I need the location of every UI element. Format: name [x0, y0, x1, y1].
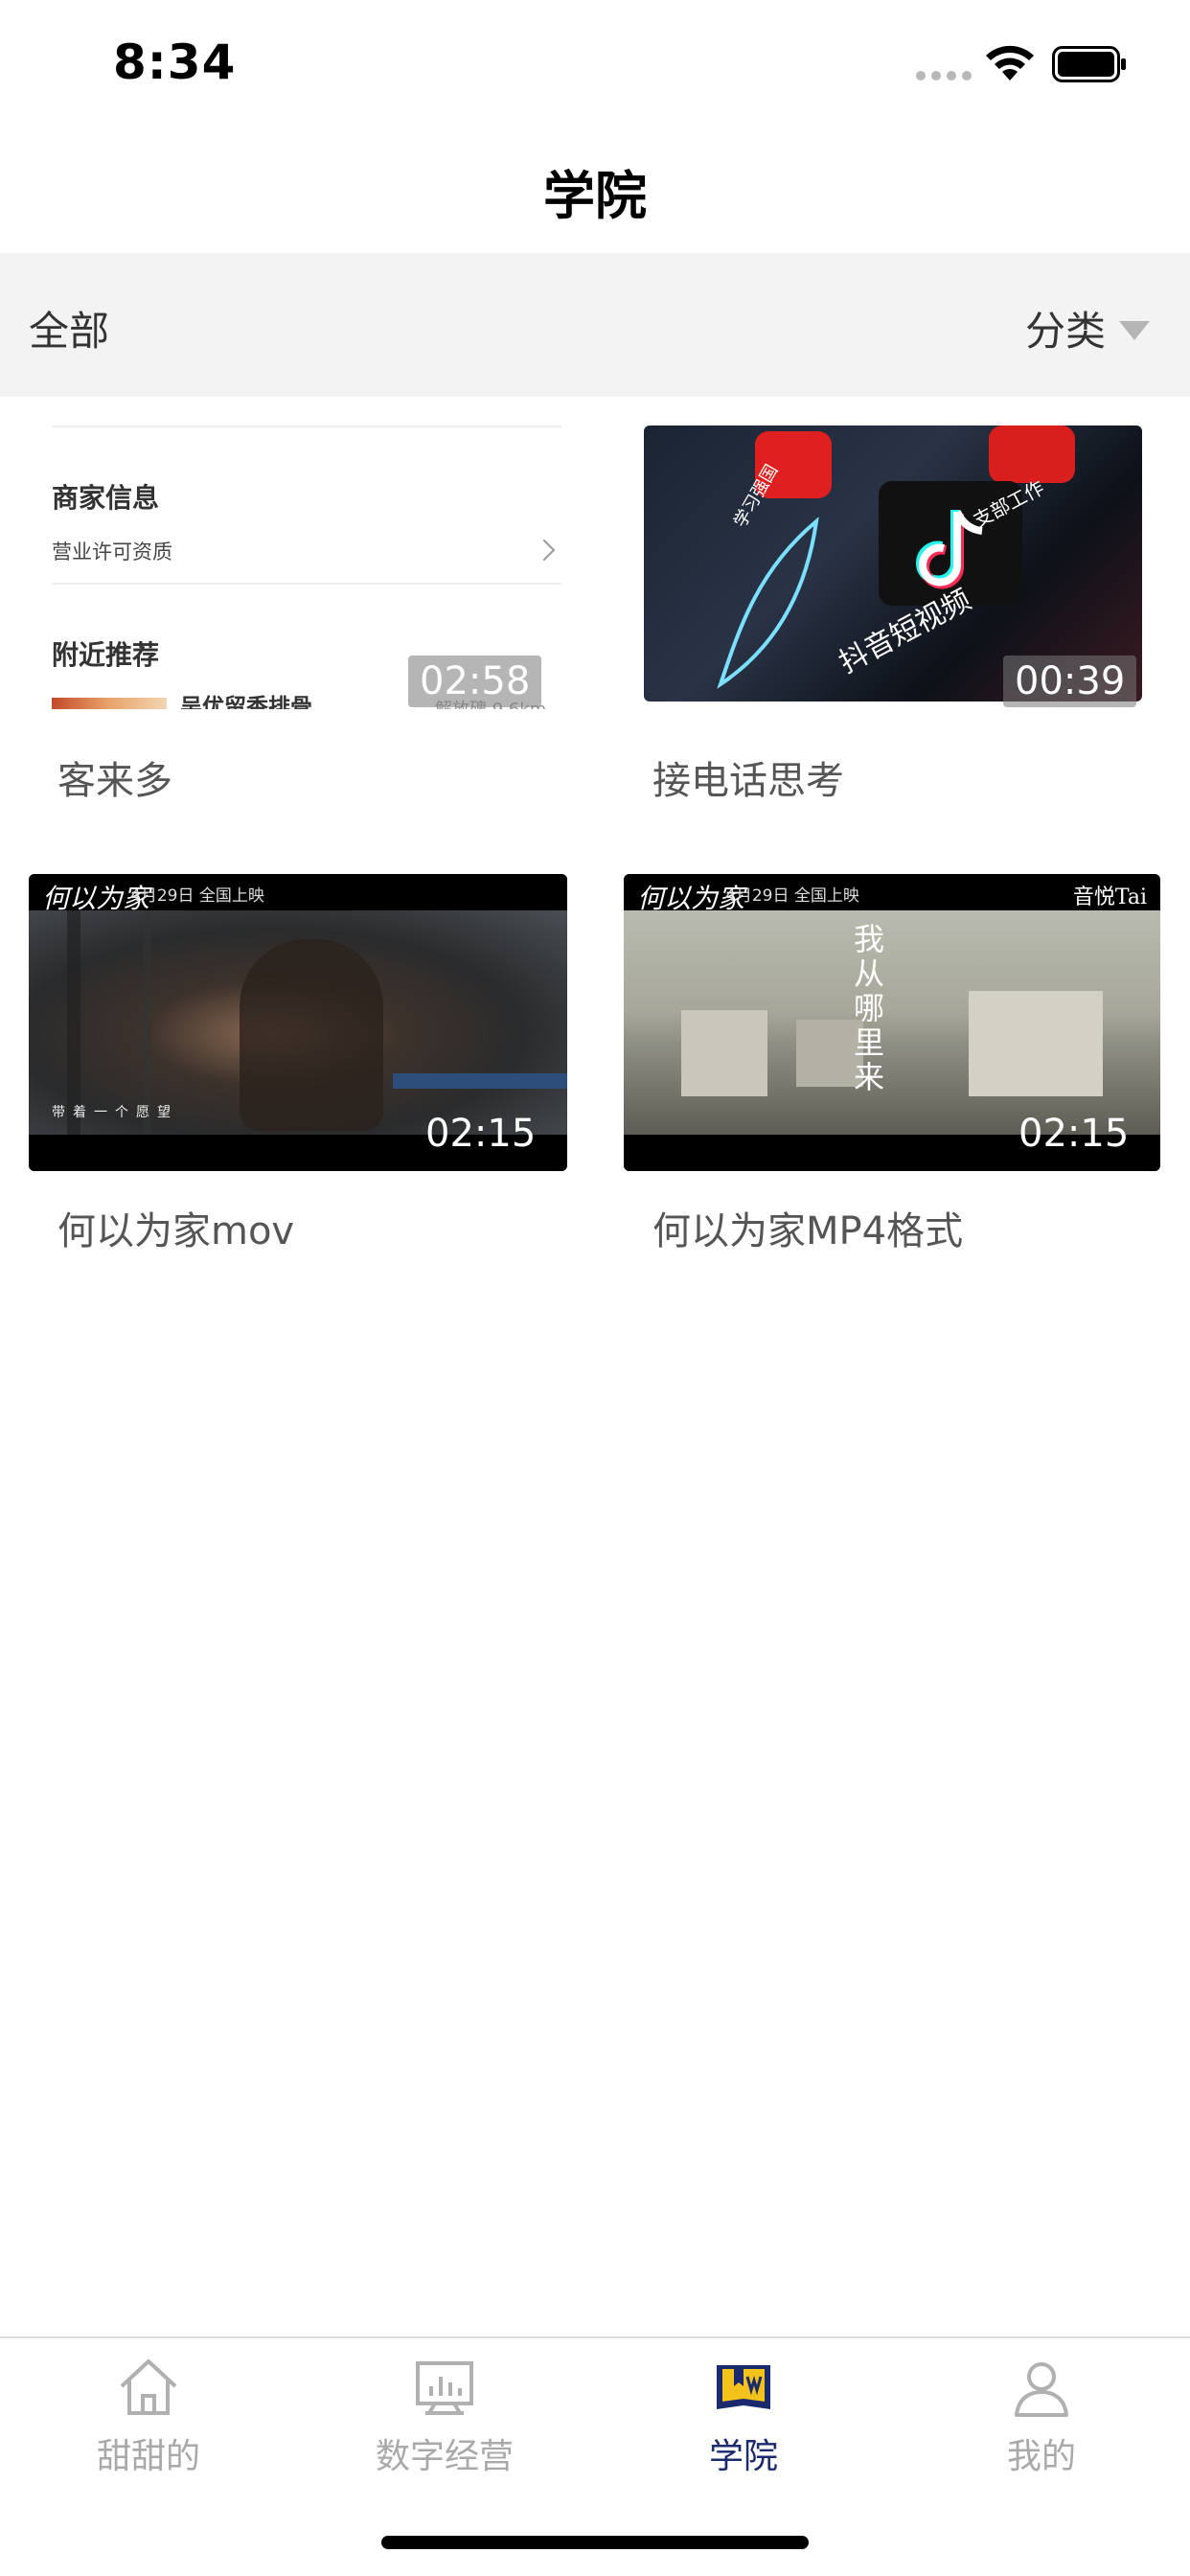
- movie-scene-image: [29, 910, 567, 1135]
- wifi-icon: [986, 45, 1034, 80]
- page-title: 学院: [543, 166, 647, 226]
- preview-section-title: 商家信息: [52, 482, 160, 514]
- feather-graphic: [717, 517, 819, 689]
- movie-subline: 带着一个愿望: [52, 1105, 178, 1120]
- tab-digital-ops[interactable]: 数字经营: [349, 2354, 540, 2478]
- filter-all-button[interactable]: 全部: [29, 299, 109, 357]
- movie-scene-image: [624, 910, 1160, 1135]
- chart-icon: [416, 2361, 473, 2415]
- video-title: 何以为家mov: [57, 1209, 295, 1254]
- tab-academy[interactable]: 学院: [648, 2354, 839, 2478]
- video-duration: 02:15: [425, 1112, 537, 1156]
- shop-thumbnail-image: [52, 698, 167, 709]
- status-bar: 8:34: [0, 0, 1190, 134]
- category-label: 分类: [1024, 308, 1106, 355]
- chevron-right-icon: [533, 539, 556, 562]
- video-thumbnail: 何以为家 4月29日 全国上映 带着一个愿望 02:15: [29, 874, 567, 1171]
- battery-icon: [1052, 46, 1126, 82]
- brand-logo: 音悦Tai: [1072, 886, 1147, 909]
- video-card[interactable]: 何以为家 4月29日 全国上映 带着一个愿望 02:15 何以为家mov: [0, 862, 595, 1265]
- movie-vertical-text: 我从哪里来: [853, 921, 884, 1095]
- video-title: 客来多: [57, 759, 172, 803]
- tab-label: 数字经营: [375, 2437, 514, 2476]
- release-date: 4月29日 全国上映: [130, 886, 264, 906]
- shop-name: 吴优留香排骨: [180, 695, 312, 709]
- caret-down-icon: [1119, 320, 1150, 340]
- video-duration: 02:58: [408, 656, 542, 707]
- preview-section-title: 附近推荐: [52, 639, 160, 671]
- home-indicator: [381, 2536, 809, 2549]
- user-icon: [1015, 2362, 1068, 2417]
- book-icon: [717, 2365, 770, 2409]
- tab-label: 甜甜的: [96, 2437, 200, 2476]
- tab-label: 我的: [1006, 2437, 1076, 2476]
- home-icon: [120, 2359, 177, 2415]
- academy-screen: 8:34 学院 全部 分类 商家信息 营业许可资质 附近推荐 吴优留香排骨 02…: [0, 0, 1190, 2576]
- tab-profile[interactable]: 我的: [946, 2354, 1137, 2478]
- tab-label: 学院: [708, 2437, 778, 2476]
- video-duration: 02:15: [1018, 1112, 1130, 1156]
- tab-home[interactable]: 甜甜的: [53, 2354, 244, 2478]
- preview-section-sub: 营业许可资质: [52, 540, 172, 564]
- video-duration: 00:39: [1003, 656, 1137, 707]
- cellular-signal-icon: [916, 71, 972, 80]
- video-card[interactable]: 抖音短视频 学习强国 支部工作 00:39 接电话思考: [595, 412, 1190, 815]
- video-title: 何以为家MP4格式: [652, 1209, 964, 1254]
- category-dropdown[interactable]: 分类: [1025, 299, 1150, 357]
- status-time: 8:34: [113, 34, 237, 90]
- video-thumbnail: 何以为家 4月29日 全国上映 音悦Tai 我从哪里来 02:15: [624, 874, 1160, 1171]
- video-card[interactable]: 商家信息 营业许可资质 附近推荐 吴优留香排骨 解放碑 9.6km 02:58 …: [0, 412, 595, 815]
- video-title: 接电话思考: [652, 759, 844, 803]
- filter-bar: 全部 分类: [0, 253, 1190, 397]
- release-date: 4月29日 全国上映: [725, 886, 859, 906]
- video-card[interactable]: 何以为家 4月29日 全国上映 音悦Tai 我从哪里来 02:15 何以为家MP…: [595, 862, 1190, 1265]
